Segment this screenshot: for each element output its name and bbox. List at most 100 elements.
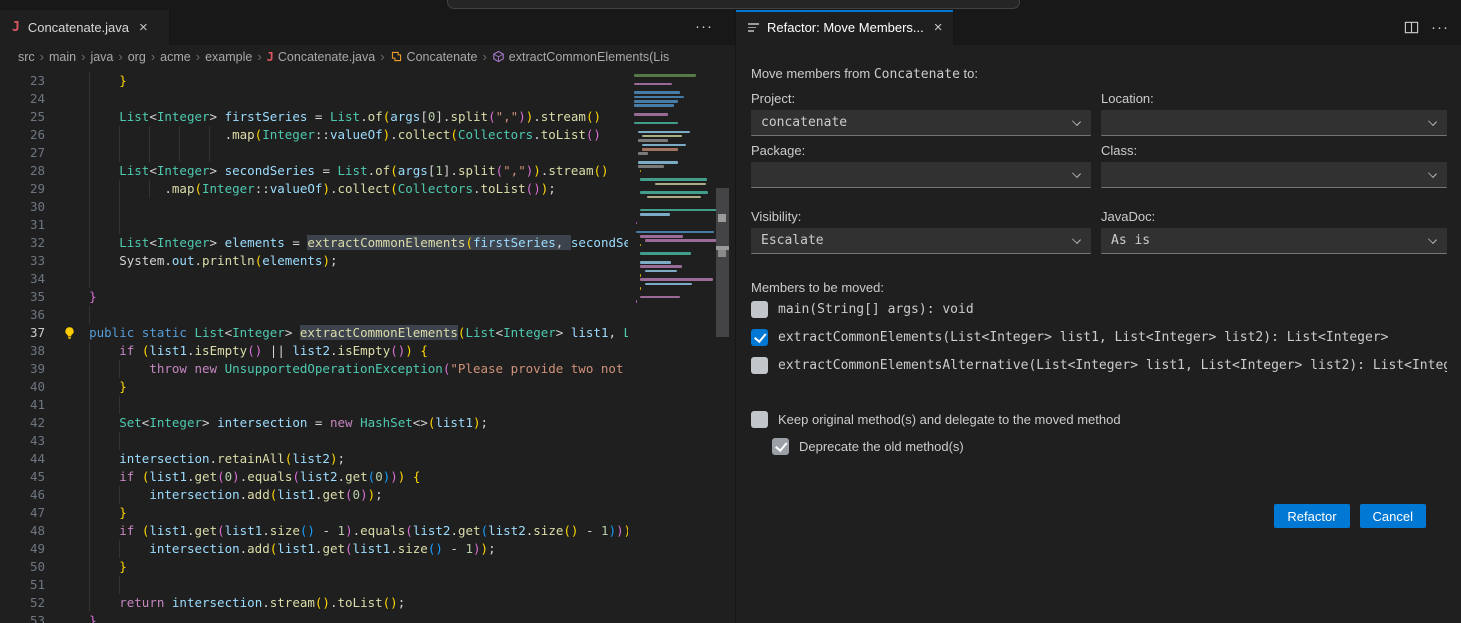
- code-line-48: if (list1.get(list1.size() - 1).equals(l…: [0, 522, 628, 540]
- code-editor[interactable]: 2324252627282930313233343536373839404142…: [0, 62, 735, 623]
- tab-concatenate-java[interactable]: J Concatenate.java ×: [0, 10, 170, 45]
- active-tab-accent: [736, 10, 953, 12]
- member-row-extractCommonElementsAlternative[interactable]: extractCommonElementsAlternative(List<In…: [751, 351, 1447, 379]
- refactor-button[interactable]: Refactor: [1274, 504, 1349, 528]
- field-project: Project: concatenate: [751, 91, 1091, 136]
- code-line-29: .map(Integer::valueOf).collect(Collector…: [0, 180, 628, 198]
- code-line-41: [0, 396, 628, 414]
- class-label: Class:: [1101, 143, 1447, 162]
- command-center-searchbox[interactable]: [447, 0, 1020, 9]
- keep-original-option[interactable]: Keep original method(s) and delegate to …: [751, 406, 1447, 433]
- breadcrumb-separator: ›: [482, 49, 486, 64]
- chevron-down-icon: [1428, 235, 1437, 244]
- java-file-icon: J: [12, 20, 20, 35]
- code-line-35: }: [0, 288, 628, 306]
- breadcrumb-item-main[interactable]: main: [49, 50, 76, 64]
- code-line-42: Set<Integer> intersection = new HashSet<…: [0, 414, 628, 432]
- refactor-form: Move members from Concatenate to: Projec…: [736, 45, 1461, 623]
- field-class: Class:: [1101, 143, 1447, 188]
- code-line-24: [0, 90, 628, 108]
- code-line-39: throw new UnsupportedOperationException(…: [0, 360, 628, 378]
- code-line-53: }: [0, 612, 628, 623]
- breadcrumb-item-acme[interactable]: acme: [160, 50, 191, 64]
- checkbox[interactable]: [772, 438, 789, 455]
- code-line-31: [0, 216, 628, 234]
- cancel-button[interactable]: Cancel: [1360, 504, 1426, 528]
- code-line-26: .map(Integer::valueOf).collect(Collector…: [0, 126, 628, 144]
- breadcrumb-item-org[interactable]: org: [128, 50, 146, 64]
- code-line-40: }: [0, 378, 628, 396]
- breadcrumb-item-concatenate-java[interactable]: JConcatenate.java: [267, 50, 376, 64]
- checkbox[interactable]: [751, 357, 768, 374]
- code-line-28: List<Integer> secondSeries = List.of(arg…: [0, 162, 628, 180]
- editor-tabbar: J Concatenate.java × ···: [0, 10, 735, 45]
- chevron-down-icon: [1072, 117, 1081, 126]
- breadcrumb-item-concatenate[interactable]: Concatenate: [390, 50, 478, 64]
- breadcrumb-item-java[interactable]: java: [90, 50, 113, 64]
- code-line-32: List<Integer> elements = extractCommonEl…: [0, 234, 628, 252]
- tab-refactor-move-members[interactable]: Refactor: Move Members... ×: [736, 10, 954, 45]
- panel-more-actions-icon[interactable]: ···: [1431, 19, 1449, 36]
- code-line-45: if (list1.get(0).equals(list2.get(0))) {: [0, 468, 628, 486]
- visibility-select[interactable]: Escalate: [751, 228, 1091, 254]
- field-location: Location:: [1101, 91, 1447, 136]
- class-select[interactable]: [1101, 162, 1447, 188]
- breadcrumb-item-extractcommonelements-lis[interactable]: extractCommonElements(Lis: [492, 50, 669, 64]
- package-select[interactable]: [751, 162, 1091, 188]
- close-icon[interactable]: ×: [932, 20, 945, 35]
- code-line-51: [0, 576, 628, 594]
- code-line-52: return intersection.stream().toList();: [0, 594, 628, 612]
- lightbulb-icon[interactable]: [63, 326, 77, 341]
- close-icon[interactable]: ×: [137, 20, 150, 35]
- code-line-36: [0, 306, 628, 324]
- panel-tabbar: Refactor: Move Members... × ···: [736, 10, 1461, 45]
- members-label: Members to be moved:: [751, 280, 1447, 295]
- code-line-23: }: [0, 72, 628, 90]
- member-row-main[interactable]: main(String[] args): void: [751, 295, 1447, 323]
- minimap[interactable]: [628, 62, 716, 623]
- code-line-43: [0, 432, 628, 450]
- chevron-down-icon: [1072, 169, 1081, 178]
- breadcrumb-separator: ›: [380, 49, 384, 64]
- member-row-extractCommonElements[interactable]: extractCommonElements(List<Integer> list…: [751, 323, 1447, 351]
- breadcrumb-separator: ›: [151, 49, 155, 64]
- overview-ruler-mark: [718, 214, 726, 222]
- titlebar: [0, 0, 1461, 10]
- code-line-33: System.out.println(elements);: [0, 252, 628, 270]
- code-line-49: intersection.add(list1.get(list1.size() …: [0, 540, 628, 558]
- split-editor-icon[interactable]: [1404, 20, 1419, 35]
- javadoc-select[interactable]: As is: [1101, 228, 1447, 254]
- code-line-30: [0, 198, 628, 216]
- code-line-34: [0, 270, 628, 288]
- checkbox[interactable]: [751, 301, 768, 318]
- checkbox[interactable]: [751, 411, 768, 428]
- webview-list-icon: [748, 23, 759, 32]
- scrollbar-thumb[interactable]: [716, 188, 729, 337]
- vertical-scrollbar[interactable]: [716, 62, 729, 623]
- deprecate-old-option[interactable]: Deprecate the old method(s): [772, 433, 1447, 460]
- location-label: Location:: [1101, 91, 1447, 110]
- breadcrumb-separator: ›: [196, 49, 200, 64]
- code-line-27: [0, 144, 628, 162]
- package-label: Package:: [751, 143, 1091, 162]
- field-javadoc: JavaDoc: As is: [1101, 209, 1447, 254]
- visibility-label: Visibility:: [751, 209, 1091, 228]
- checkbox[interactable]: [751, 329, 768, 346]
- code-line-25: List<Integer> firstSeries = List.of(args…: [0, 108, 628, 126]
- overview-ruler-mark: [718, 250, 726, 257]
- field-visibility: Visibility: Escalate: [751, 209, 1091, 254]
- breadcrumb-item-example[interactable]: example: [205, 50, 252, 64]
- project-label: Project:: [751, 91, 1091, 110]
- refactor-panel: Refactor: Move Members... × ··· Move mem…: [735, 10, 1461, 623]
- breadcrumb-separator: ›: [81, 49, 85, 64]
- editor-more-actions-icon[interactable]: ···: [695, 18, 713, 35]
- code-line-46: intersection.add(list1.get(0));: [0, 486, 628, 504]
- code-line-38: if (list1.isEmpty() || list2.isEmpty()) …: [0, 342, 628, 360]
- javadoc-label: JavaDoc:: [1101, 209, 1447, 228]
- project-select[interactable]: concatenate: [751, 110, 1091, 136]
- location-select[interactable]: [1101, 110, 1447, 136]
- chevron-down-icon: [1072, 235, 1081, 244]
- breadcrumb-item-src[interactable]: src: [18, 50, 35, 64]
- code-lines: } List<Integer> firstSeries = List.of(ar…: [0, 62, 628, 623]
- breadcrumb-separator: ›: [257, 49, 261, 64]
